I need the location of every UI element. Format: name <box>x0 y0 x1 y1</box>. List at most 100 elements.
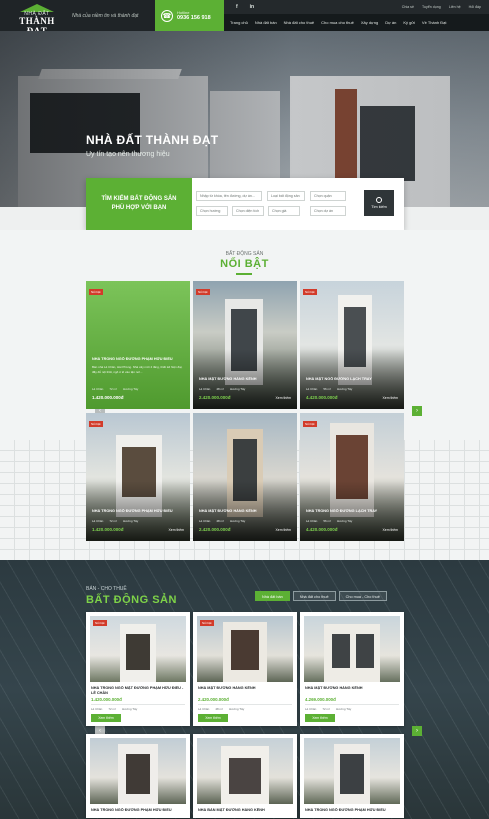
card-location: Lê Chân <box>92 387 104 391</box>
listing-location: Lê Chân <box>198 707 210 711</box>
card-more-link[interactable]: Xem thêm <box>276 396 291 400</box>
listing-card[interactable]: NHÀ BÁN MẶT ĐƯỜNG HÀNG KÊNH <box>193 734 297 818</box>
search-fields: Nhập từ khóa, tên đường, dự án... Loại b… <box>192 178 404 230</box>
listing-card[interactable]: NHÀ MẶT ĐƯỜNG HÀNG KÊNH 4.269.000.000đ L… <box>300 612 404 726</box>
featured-heading: NỔI BẬT <box>220 258 269 270</box>
card-title[interactable]: NHÀ TRONG NGÕ ĐƯỜNG LẠCH TRAY <box>306 509 400 513</box>
card-direction: Hướng Tây <box>123 519 139 523</box>
listing-area: 48 m² <box>215 707 224 711</box>
toplink-share[interactable]: Chia sẻ <box>402 5 414 9</box>
listing-card[interactable]: NHÀ TRONG NGÕ ĐƯỜNG PHẠM HỮU ĐIỀU <box>300 734 404 818</box>
hotline[interactable]: ☎ Hotline 0936 156 918 <box>155 0 224 31</box>
arrow-right-icon[interactable]: › <box>412 726 422 736</box>
card-more-link[interactable]: Xem thêm <box>383 528 398 532</box>
toplink-faq[interactable]: Hỏi đáp <box>469 5 481 9</box>
featured-card[interactable]: NHÀ MẶT ĐƯỜNG HÀNG KÊNH Lê Chân 48 m² Hư… <box>193 413 297 541</box>
logo-area: NHÀ ĐẤT THÀNH ĐẠT Nhà của niềm tin và th… <box>0 0 155 36</box>
toplink-recruit[interactable]: Tuyển dụng <box>422 5 441 9</box>
featured-card[interactable]: Nổi bật NHÀ TRONG NGÕ ĐƯỜNG PHẠM HỮU ĐIỀ… <box>86 413 190 541</box>
listing-area: 72 m² <box>108 707 117 711</box>
search-button-label: Tìm kiếm <box>371 205 387 209</box>
listing-more-button[interactable]: Xem thêm <box>198 714 228 722</box>
logo[interactable]: NHÀ ĐẤT THÀNH ĐẠT <box>8 3 66 36</box>
card-badge: Nổi bật <box>196 289 210 295</box>
card-price: 1.420.000.000đ <box>92 395 124 400</box>
price-select[interactable]: Chọn giá <box>268 206 300 216</box>
featured-card[interactable]: Nổi bật NHÀ MẶT NGÕ ĐƯỜNG LẠCH TRAY Lê C… <box>300 281 404 409</box>
card-price: 4.420.000.000đ <box>306 527 338 532</box>
nav-item-home[interactable]: Trang chủ <box>230 20 248 25</box>
district-select[interactable]: Chọn quận <box>310 191 346 201</box>
card-location: Lê Chân <box>199 387 211 391</box>
card-more-link[interactable]: Xem thêm <box>276 528 291 532</box>
search-keyword-input[interactable]: Nhập từ khóa, tên đường, dự án... <box>196 191 262 201</box>
card-more-link[interactable]: Xem thêm <box>383 396 398 400</box>
card-direction: Hướng Tây <box>230 519 246 523</box>
card-location: Lê Chân <box>199 519 211 523</box>
featured-section: BẤT ĐỘNG SẢN NỔI BẬT ‹ › Nổi bật NHÀ TRO… <box>0 230 489 560</box>
card-location: Lê Chân <box>306 387 318 391</box>
listing-title[interactable]: NHÀ TRONG NGÕ ĐƯỜNG PHẠM HỮU ĐIỀU <box>305 808 399 818</box>
listing-title[interactable]: NHÀ BÁN MẶT ĐƯỜNG HÀNG KÊNH <box>198 808 292 818</box>
card-title[interactable]: NHÀ TRONG NGÕ ĐƯỜNG PHẠM HỮU ĐIỀU <box>92 357 186 361</box>
listing-title[interactable]: NHÀ MẶT ĐƯỜNG HÀNG KÊNH <box>198 686 292 696</box>
card-meta: Lê Chân 56 m² Hướng Tây <box>306 387 352 391</box>
listing-card[interactable]: NHÀ TRONG NGÕ ĐƯỜNG PHẠM HỮU ĐIỀU <box>86 734 190 818</box>
nav-item-build[interactable]: Xây dựng <box>361 20 378 25</box>
card-title[interactable]: NHÀ MẶT ĐƯỜNG HÀNG KÊNH <box>199 509 293 513</box>
listing-title[interactable]: NHÀ TRONG NGÕ ĐƯỜNG PHẠM HỮU ĐIỀU <box>91 808 185 818</box>
listing-price: 2.420.000.000đ <box>198 697 229 702</box>
card-title[interactable]: NHÀ MẶT NGÕ ĐƯỜNG LẠCH TRAY <box>306 377 400 381</box>
featured-card[interactable]: Nổi bật NHÀ TRONG NGÕ ĐƯỜNG LẠCH TRAY Lê… <box>300 413 404 541</box>
featured-card[interactable]: Nổi bật NHÀ MẶT ĐƯỜNG HÀNG KÊNH Lê Chân … <box>193 281 297 409</box>
arrow-right-icon[interactable]: › <box>412 406 422 416</box>
card-area: 48 m² <box>216 387 225 391</box>
card-title[interactable]: NHÀ TRONG NGÕ ĐƯỜNG PHẠM HỮU ĐIỀU <box>92 509 186 513</box>
nav-item-consign[interactable]: Ký gửi <box>403 20 415 25</box>
nav-item-buy-rent[interactable]: Cho mua cho thuê <box>321 20 354 25</box>
listing-photo <box>304 738 400 804</box>
listing-title[interactable]: NHÀ MẶT ĐƯỜNG HÀNG KÊNH <box>305 686 399 696</box>
card-more-link[interactable]: Xem thêm <box>169 528 184 532</box>
listing-direction: Hướng Tây <box>122 707 138 711</box>
search-button[interactable]: Tìm kiếm <box>364 190 394 216</box>
listing-card[interactable]: Nổi bật NHÀ MẶT ĐƯỜNG HÀNG KÊNH 2.420.00… <box>193 612 297 726</box>
nav-item-rent[interactable]: Nhà đất cho thuê <box>284 20 314 25</box>
card-badge: Nổi bật <box>303 289 317 295</box>
listing-more-button[interactable]: Xem thêm <box>305 714 335 722</box>
search-title-line1: TÌM KIẾM BẤT ĐỘNG SẢN <box>101 196 177 202</box>
card-area: 56 m² <box>323 387 332 391</box>
direction-select[interactable]: Chọn hướng <box>196 206 228 216</box>
search-title: TÌM KIẾM BẤT ĐỘNG SẢN PHÙ HỢP VỚI BẠN <box>86 178 192 230</box>
tab-rent[interactable]: Nhà đất cho thuê <box>292 591 336 601</box>
card-badge: Nổi bật <box>89 421 103 427</box>
card-description: Bán nhà Lê Chân, Hải Phòng. Nhà xây mới … <box>92 365 183 374</box>
listing-card[interactable]: Nổi bật NHÀ TRONG NGÕ MẶT ĐƯỜNG PHẠM HỮU… <box>86 612 190 726</box>
nav-item-projects[interactable]: Dự án <box>385 20 396 25</box>
sales-eyebrow: BÁN - CHO THUÊ <box>86 586 127 592</box>
facebook-icon[interactable]: f <box>236 4 238 10</box>
top-links: Chia sẻ Tuyển dụng Liên hệ Hỏi đáp <box>402 5 481 9</box>
nav-item-sale[interactable]: Nhà đất bán <box>255 20 277 25</box>
featured-card[interactable]: Nổi bật NHÀ TRONG NGÕ ĐƯỜNG PHẠM HỮU ĐIỀ… <box>86 281 190 409</box>
project-select[interactable]: Chọn dự án <box>310 206 346 216</box>
linkedin-icon[interactable]: in <box>250 4 254 10</box>
card-meta: Lê Chân 72 m² Hướng Tây <box>92 519 138 523</box>
search-title-line2: PHÙ HỢP VỚI BẠN <box>111 205 167 211</box>
listing-title[interactable]: NHÀ TRONG NGÕ MẶT ĐƯỜNG PHẠM HỮU ĐIỀU - … <box>91 686 185 696</box>
listing-more-button[interactable]: Xem thêm <box>91 714 121 722</box>
hotline-number[interactable]: 0936 156 918 <box>177 15 211 21</box>
listing-meta: Lê Chân 72 m² Hướng Tây <box>91 704 185 711</box>
listing-house-window <box>340 754 364 794</box>
area-select[interactable]: Chọn diện tích <box>232 206 264 216</box>
main-nav: Trang chủ Nhà đất bán Nhà đất cho thuê C… <box>224 14 489 31</box>
tab-sale[interactable]: Nhà đất bán <box>255 591 290 601</box>
property-type-select[interactable]: Loại bất động sản <box>267 191 305 201</box>
listing-area: 72 m² <box>322 707 331 711</box>
card-title[interactable]: NHÀ MẶT ĐƯỜNG HÀNG KÊNH <box>199 377 293 381</box>
nav-item-about[interactable]: Về Thành Đạt <box>422 20 447 25</box>
header-topbar: f in Chia sẻ Tuyển dụng Liên hệ Hỏi đáp <box>224 0 489 14</box>
tab-buy-rent[interactable]: Cho mua - Cho thuê <box>338 591 387 601</box>
toplink-contact[interactable]: Liên hệ <box>449 5 461 9</box>
sales-section: BÁN - CHO THUÊ BẤT ĐỘNG SẢN Nhà đất bán … <box>0 560 489 819</box>
